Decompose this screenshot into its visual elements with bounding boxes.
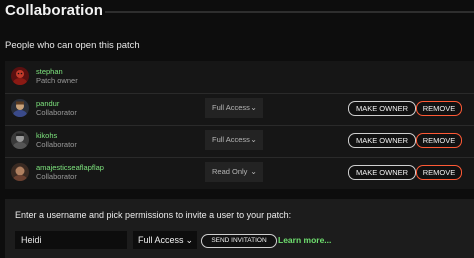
access-select[interactable]: Full Access ⌄ <box>205 130 263 150</box>
access-select[interactable]: Read Only ⌄ <box>205 162 263 182</box>
user-role: Collaborator <box>36 172 77 181</box>
make-owner-button[interactable]: MAKE OWNER <box>348 101 416 116</box>
avatar[interactable] <box>11 99 29 117</box>
username-link[interactable]: amajesticseaflapflap <box>36 163 104 172</box>
member-row-kikohs: kikohs Collaborator Full Access ⌄ MAKE O… <box>5 125 474 158</box>
access-select-value: Full Access <box>212 103 250 112</box>
remove-button[interactable]: REMOVE <box>416 133 462 148</box>
invite-permission-value: Full Access <box>138 235 184 245</box>
remove-button[interactable]: REMOVE <box>416 165 462 180</box>
avatar[interactable] <box>11 131 29 149</box>
access-select-value: Full Access <box>212 135 250 144</box>
user-role: Collaborator <box>36 108 77 117</box>
username-link[interactable]: kikohs <box>36 131 57 140</box>
page-title: Collaboration <box>5 2 103 19</box>
invite-username-input[interactable] <box>15 231 127 249</box>
make-owner-button[interactable]: MAKE OWNER <box>348 133 416 148</box>
access-select[interactable]: Full Access ⌄ <box>205 98 263 118</box>
title-divider <box>105 11 474 13</box>
avatar[interactable] <box>11 67 29 85</box>
chevron-down-icon: ⌄ <box>250 103 257 112</box>
remove-button[interactable]: REMOVE <box>416 101 462 116</box>
invite-panel: Enter a username and pick permissions to… <box>5 199 474 258</box>
user-role: Patch owner <box>36 76 78 85</box>
chevron-down-icon: ⌄ <box>250 135 257 144</box>
member-list: stephan Patch owner pandur Collaborator … <box>5 61 474 189</box>
send-invitation-button[interactable]: SEND INVITATION <box>201 234 277 248</box>
user-role: Collaborator <box>36 140 77 149</box>
member-row-amajesticseaflapflap: amajesticseaflapflap Collaborator Read O… <box>5 157 474 189</box>
chevron-down-icon: ⌄ <box>250 167 257 176</box>
username-link[interactable]: pandur <box>36 99 59 108</box>
avatar[interactable] <box>11 163 29 181</box>
access-select-value: Read Only <box>212 167 248 176</box>
member-row-pandur: pandur Collaborator Full Access ⌄ MAKE O… <box>5 93 474 126</box>
member-row-stephan: stephan Patch owner <box>5 61 474 94</box>
make-owner-button[interactable]: MAKE OWNER <box>348 165 416 180</box>
invite-label: Enter a username and pick permissions to… <box>15 210 292 220</box>
collaboration-panel: Collaboration People who can open this p… <box>0 0 474 258</box>
username-link[interactable]: stephan <box>36 67 63 76</box>
header: Collaboration <box>0 0 474 26</box>
learn-more-link[interactable]: Learn more... <box>278 235 331 245</box>
chevron-down-icon: ⌄ <box>185 235 193 245</box>
invite-permission-select[interactable]: Full Access ⌄ <box>133 231 197 249</box>
section-label: People who can open this patch <box>5 40 140 51</box>
